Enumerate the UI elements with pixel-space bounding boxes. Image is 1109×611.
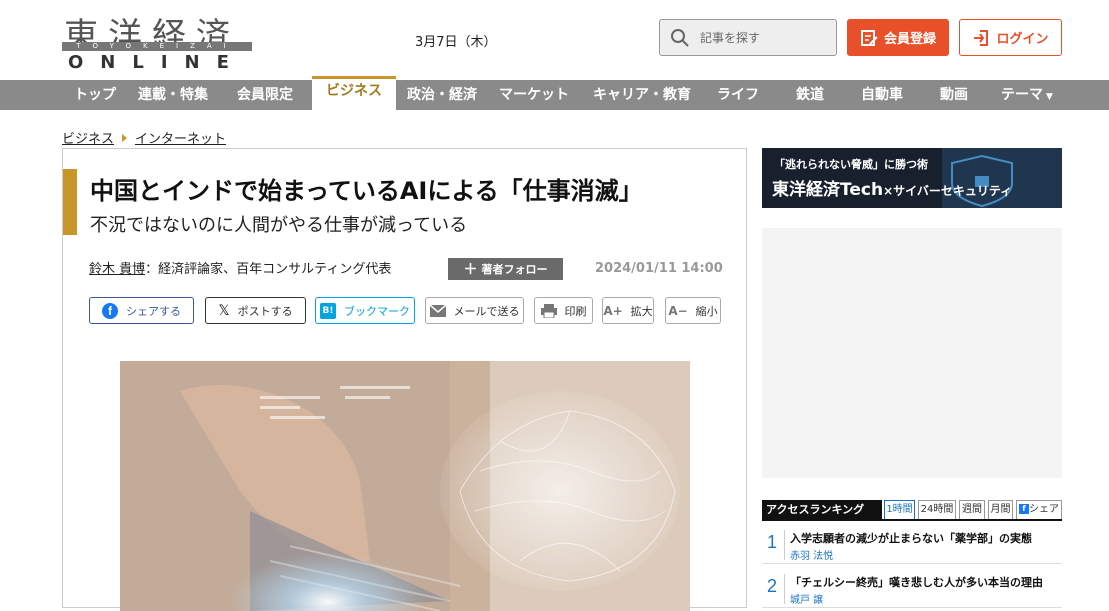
nav-theme-label: テーマ: [1001, 87, 1044, 103]
zoom-out-button[interactable]: A− 縮小: [665, 297, 721, 324]
ranking-item[interactable]: 1 入学志願者の減少が止まらない「薬学部」の実態 赤羽 法悦: [762, 526, 1062, 564]
logo-english: ONLINE: [68, 52, 246, 73]
current-date: 3月7日（木）: [415, 35, 497, 50]
zoom-in-label: 拡大: [630, 304, 653, 318]
ranking-title: アクセスランキング: [762, 500, 882, 520]
login-label: ログイン: [996, 32, 1049, 47]
nav-item-politics[interactable]: 政治・経済: [396, 80, 488, 110]
search-input[interactable]: [700, 28, 830, 48]
print-button[interactable]: 印刷: [534, 297, 593, 324]
banner-title: 東洋経済Tech×サイバーセキュリティ: [772, 175, 1012, 200]
hatena-bookmark-icon: B!: [320, 302, 336, 319]
facebook-icon: f: [102, 302, 118, 319]
ranking-tab-share-label: シェア: [1029, 504, 1059, 515]
nav-item-life[interactable]: ライフ: [704, 80, 772, 110]
ranking-number: 1: [767, 532, 778, 552]
zoom-out-icon: A−: [668, 303, 688, 318]
x-icon: 𝕏: [218, 302, 230, 319]
mail-icon: [429, 304, 446, 317]
facebook-small-icon: f: [1019, 504, 1029, 514]
ranking-tab-month[interactable]: 月間: [988, 500, 1013, 520]
ranking-number: 2: [767, 576, 778, 596]
ranking-divider: [762, 519, 1062, 521]
article-hero-image: [120, 361, 690, 611]
plus-icon: ＋: [463, 262, 478, 278]
register-label: 会員登録: [883, 32, 936, 47]
article-subtitle: 不況ではないのに人間がやる仕事が減っている: [90, 215, 468, 236]
search-box[interactable]: [659, 19, 837, 56]
banner-sub: ×サイバーセキュリティ: [883, 184, 1013, 198]
logo-band: TOYOKEIZAI: [62, 42, 252, 51]
breadcrumb-arrow-icon: [122, 133, 128, 142]
nav-item-career[interactable]: キャリア・教育: [580, 80, 704, 110]
nav-item-members[interactable]: 会員限定: [218, 80, 312, 110]
breadcrumb: ビジネス インターネット: [62, 128, 226, 147]
ranking-header: アクセスランキング 1時間 24時間 週間 月間 f シェア: [762, 500, 1062, 520]
site-header: 東洋経済 TOYOKEIZAI ONLINE 3月7日（木） 会員登録 ログイン: [0, 0, 1109, 80]
share-mail-button[interactable]: メールで送る: [425, 297, 524, 324]
article-card: 中国とインドで始まっているAIによる「仕事消滅」 不況ではないのに人間がやる仕事…: [62, 148, 747, 611]
byline: 鈴木 貴博：経済評論家、百年コンサルティング代表: [89, 258, 391, 277]
ranking-tab-week[interactable]: 週間: [959, 500, 985, 520]
zoom-out-label: 縮小: [695, 304, 718, 318]
search-icon[interactable]: [670, 28, 690, 48]
login-button[interactable]: ログイン: [959, 19, 1062, 56]
share-hatena-label: ブックマーク: [344, 304, 410, 318]
chevron-down-icon: ▼: [1046, 92, 1053, 102]
ranking-item-title[interactable]: 入学志願者の減少が止まらない「薬学部」の実態: [790, 530, 1032, 546]
breadcrumb-business[interactable]: ビジネス: [62, 128, 114, 147]
ranking-item-author[interactable]: 城戸 譲: [790, 591, 823, 606]
ranking-tab-share[interactable]: f シェア: [1016, 500, 1062, 520]
nav-item-video[interactable]: 動画: [916, 80, 992, 110]
breadcrumb-internet[interactable]: インターネット: [135, 128, 226, 147]
print-icon: [540, 303, 557, 318]
print-label: 印刷: [564, 304, 587, 318]
publish-date: 2024/01/11 14:00: [595, 261, 723, 276]
author-link[interactable]: 鈴木 貴博: [89, 262, 145, 277]
nav-item-series[interactable]: 連載・特集: [128, 80, 218, 110]
nav-item-market[interactable]: マーケット: [488, 80, 580, 110]
article-title: 中国とインドで始まっているAIによる「仕事消滅」: [90, 177, 643, 205]
ranking-separator: [784, 530, 785, 560]
nav-item-business[interactable]: ビジネス: [312, 76, 396, 110]
register-button[interactable]: 会員登録: [847, 19, 949, 56]
ad-placeholder: [762, 228, 1062, 478]
ranking-item-title[interactable]: 「チェルシー終売」嘆き悲しむ人が多い本当の理由: [790, 574, 1043, 590]
ranking-item-author[interactable]: 赤羽 法悦: [790, 547, 833, 562]
nav-item-theme[interactable]: テーマ ▼: [992, 80, 1062, 110]
register-icon: [860, 29, 878, 46]
share-x-label: ポストする: [237, 304, 293, 318]
share-facebook-button[interactable]: f シェアする: [89, 297, 194, 324]
follow-label: 著者フォロー: [481, 263, 548, 276]
nav-item-railway[interactable]: 鉄道: [772, 80, 848, 110]
main-nav: トップ 連載・特集 会員限定 ビジネス 政治・経済 マーケット キャリア・教育 …: [0, 76, 1109, 110]
ranking-tab-24h[interactable]: 24時間: [918, 500, 956, 520]
share-hatena-button[interactable]: B! ブックマーク: [315, 297, 415, 324]
share-facebook-label: シェアする: [126, 304, 181, 318]
nav-item-auto[interactable]: 自動車: [848, 80, 916, 110]
banner-main: 東洋経済Tech: [772, 180, 884, 200]
banner-tagline: 「逃れられない脅威」に勝つ術: [774, 158, 928, 171]
ranking-tab-1h[interactable]: 1時間: [884, 500, 915, 520]
follow-author-button[interactable]: ＋ 著者フォロー: [448, 258, 563, 280]
tech-security-banner[interactable]: 「逃れられない脅威」に勝つ術 東洋経済Tech×サイバーセキュリティ: [762, 148, 1062, 208]
title-accent-bar: [63, 169, 77, 235]
share-mail-label: メールで送る: [453, 304, 520, 318]
share-x-button[interactable]: 𝕏 ポストする: [205, 297, 306, 324]
zoom-in-icon: A+: [603, 303, 623, 318]
author-role: ：経済評論家、百年コンサルティング代表: [145, 262, 392, 277]
ranking-item[interactable]: 2 「チェルシー終売」嘆き悲しむ人が多い本当の理由 城戸 譲: [762, 570, 1062, 608]
zoom-in-button[interactable]: A+ 拡大: [602, 297, 654, 324]
nav-item-top[interactable]: トップ: [62, 80, 128, 110]
login-icon: [974, 29, 989, 46]
site-logo[interactable]: 東洋経済 TOYOKEIZAI ONLINE: [62, 8, 254, 73]
